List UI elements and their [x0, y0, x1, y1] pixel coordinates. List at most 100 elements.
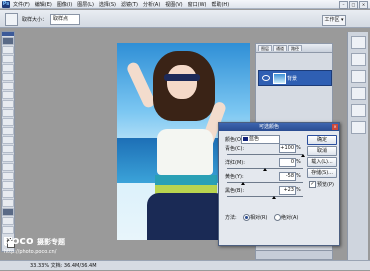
colors-select[interactable]: 蓝色 [241, 135, 280, 144]
move-tool-icon[interactable] [2, 37, 14, 45]
black-label: 黑色(B): [225, 188, 245, 194]
panel-dock [347, 32, 368, 260]
magenta-value-input[interactable]: 0 [279, 158, 296, 167]
notes-tool-icon[interactable] [2, 199, 14, 207]
blur-tool-icon[interactable] [2, 145, 14, 153]
relative-label: 相对(R) [250, 215, 268, 221]
dialog-title-text: 可选颜色 [259, 124, 280, 130]
actions-panel-icon[interactable] [350, 70, 366, 83]
save-button[interactable]: 存储(S)... [307, 168, 337, 178]
cyan-unit: % [296, 145, 301, 151]
pen-tool-icon[interactable] [2, 163, 14, 171]
yellow-slider-track[interactable] [227, 182, 303, 183]
tab-channels[interactable]: 通道 [273, 45, 287, 51]
cyan-value-input[interactable]: +100 [279, 144, 296, 153]
colors-select-value: 蓝色 [249, 136, 260, 142]
menu-bar: Ps 文件(F) 编辑(E) 图像(I) 图层(L) 选择(S) 滤镜(T) 分… [0, 0, 370, 9]
menu-filter[interactable]: 滤镜(T) [121, 1, 138, 8]
toolbox-title-bar[interactable] [2, 32, 14, 36]
method-label: 方法: [225, 215, 237, 221]
status-bar: 33.33% 文档: 36.4M/36.4M [0, 260, 370, 270]
menu-image[interactable]: 图像(I) [57, 1, 72, 8]
colors-swatch [243, 137, 248, 141]
history-panel-icon[interactable] [350, 53, 366, 66]
menu-edit[interactable]: 编辑(E) [35, 1, 52, 8]
dialog-title[interactable]: 可选颜色 × [219, 123, 339, 131]
dialog-close-icon[interactable]: × [332, 124, 338, 130]
yellow-unit: % [296, 173, 301, 179]
maximize-button[interactable]: □ [349, 1, 358, 9]
crop-tool-icon[interactable] [2, 73, 14, 81]
type-tool-icon[interactable] [2, 172, 14, 180]
magic-wand-tool-icon[interactable] [2, 64, 14, 72]
sample-size-select[interactable]: 取样点 [50, 14, 80, 25]
lasso-tool-icon[interactable] [2, 55, 14, 63]
status-text: 33.33% 文档: 36.4M/36.4M [30, 263, 97, 269]
shape-tool-icon[interactable] [2, 190, 14, 198]
swatches-panel-icon[interactable] [350, 87, 366, 100]
menu-select[interactable]: 选择(S) [99, 1, 116, 8]
eyedropper-tool-icon[interactable] [5, 13, 18, 26]
panel-tabs: 图层 通道 路径 [256, 44, 332, 53]
relative-radio[interactable] [243, 214, 250, 221]
eyedropper-tool-icon[interactable] [2, 208, 14, 216]
clone-stamp-tool-icon[interactable] [2, 109, 14, 117]
toolbox [1, 31, 15, 252]
menu-window[interactable]: 窗口(W) [188, 1, 207, 8]
black-value-input[interactable]: +23 [279, 186, 296, 195]
menu-file[interactable]: 文件(F) [13, 1, 30, 8]
watermark-brand: 摄影专题 [37, 238, 65, 246]
cancel-button[interactable]: 取消 [307, 146, 337, 156]
black-slider-track[interactable] [227, 196, 303, 197]
photo-face [167, 65, 197, 99]
cyan-slider-track[interactable] [227, 154, 303, 155]
sample-size-label: 取样大小： [22, 17, 48, 23]
photo-teal-stripe [155, 175, 217, 185]
selective-color-dialog: 可选颜色 × 颜色(O): 蓝色 青色(C): +100 % 洋红(M): 0 … [218, 122, 340, 246]
brush-tool-icon[interactable] [2, 100, 14, 108]
photoshop-logo: Ps [2, 0, 10, 8]
layer-name: 背景 [287, 76, 298, 82]
yellow-value-input[interactable]: -58 [279, 172, 296, 181]
menu-help[interactable]: 帮助(H) [211, 1, 229, 8]
cyan-label: 青色(C): [225, 146, 245, 152]
menu-analysis[interactable]: 分析(A) [143, 1, 160, 8]
eraser-tool-icon[interactable] [2, 127, 14, 135]
tab-layers[interactable]: 图层 [258, 45, 272, 51]
workspace-button[interactable]: 工作区 ▾ [322, 15, 346, 26]
menu-view[interactable]: 视图(V) [165, 1, 182, 8]
eye-icon[interactable] [262, 75, 270, 81]
minimize-button[interactable]: – [339, 1, 348, 9]
brushes-panel-icon[interactable] [350, 121, 366, 134]
path-selection-tool-icon[interactable] [2, 181, 14, 189]
marquee-tool-icon[interactable] [2, 46, 14, 54]
slice-tool-icon[interactable] [2, 82, 14, 90]
poco-logo: poco [4, 234, 34, 247]
magenta-slider-thumb[interactable] [263, 168, 267, 171]
gradient-tool-icon[interactable] [2, 136, 14, 144]
layer-row-background[interactable]: 背景 [258, 70, 332, 86]
preview-checkbox[interactable]: ✓ [309, 181, 316, 188]
menu-layer[interactable]: 图层(L) [77, 1, 94, 8]
layer-thumbnail [273, 73, 286, 84]
yellow-slider-thumb[interactable] [240, 182, 245, 185]
cyan-slider-thumb[interactable] [301, 154, 305, 157]
hand-tool-icon[interactable] [2, 217, 14, 225]
close-button[interactable]: × [359, 1, 368, 9]
absolute-radio[interactable] [274, 214, 281, 221]
tab-paths[interactable]: 路径 [288, 45, 302, 51]
healing-brush-tool-icon[interactable] [2, 91, 14, 99]
zoom-tool-icon[interactable] [2, 226, 14, 234]
styles-panel-icon[interactable] [350, 104, 366, 117]
watermark-url: http://photo.poco.cn/ [4, 249, 57, 255]
navigator-panel-icon[interactable] [350, 36, 366, 49]
options-bar: 取样大小： 取样点 工作区 ▾ [0, 10, 370, 28]
magenta-unit: % [296, 159, 301, 165]
photo-navy-skirt [147, 193, 227, 240]
load-button[interactable]: 载入(L)... [307, 157, 337, 167]
yellow-label: 黄色(Y): [225, 174, 244, 180]
history-brush-tool-icon[interactable] [2, 118, 14, 126]
dodge-tool-icon[interactable] [2, 154, 14, 162]
black-slider-thumb[interactable] [271, 196, 276, 199]
ok-button[interactable]: 确定 [307, 135, 337, 145]
